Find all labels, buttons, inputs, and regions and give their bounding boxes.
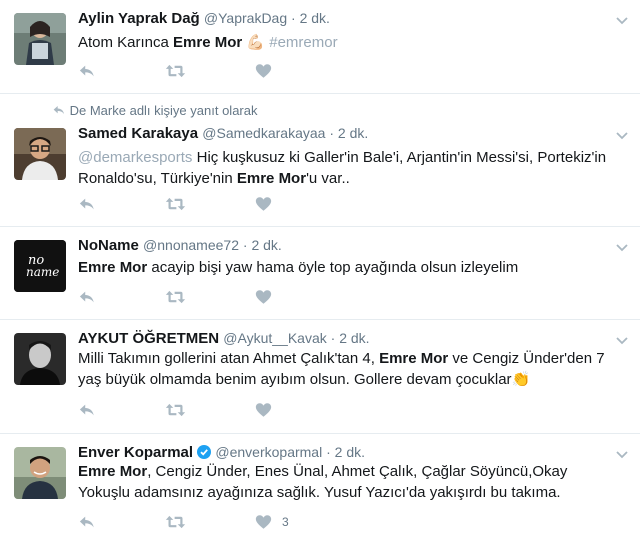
username[interactable]: @Samedkarakayaa xyxy=(202,125,325,141)
username[interactable]: @Aykut__Kavak xyxy=(223,330,326,346)
tweet-text: Emre Mor acayip bişi yaw hama öyle top a… xyxy=(78,257,633,278)
tweet-text: Milli Takımın gollerini atan Ahmet Çalık… xyxy=(78,348,633,390)
highlighted-term: Emre Mor xyxy=(236,170,307,187)
display-name[interactable]: NoName xyxy=(78,237,139,254)
smiling-man-photo-icon xyxy=(14,447,66,499)
retweet-icon[interactable] xyxy=(165,196,186,212)
text-segment: 'u var.. xyxy=(306,170,350,187)
man-portrait-photo-icon xyxy=(14,333,66,385)
username[interactable]: @nnonamee72 xyxy=(143,237,239,253)
mention-link[interactable]: @demarkesports xyxy=(78,149,192,166)
avatar[interactable]: no name xyxy=(14,240,66,292)
text-segment: Milli Takımın gollerini atan Ahmet Çalık… xyxy=(78,350,380,367)
tweet-header: Aylin Yaprak Dağ @YaprakDag · 2 dk. xyxy=(78,10,330,27)
tweet-header: Samed Karakaya @Samedkarakayaa · 2 dk. xyxy=(78,125,368,142)
reply-icon[interactable] xyxy=(78,63,96,79)
chevron-down-icon[interactable] xyxy=(616,244,628,252)
reply-icon[interactable] xyxy=(78,289,96,305)
text-segment: Atom Karınca xyxy=(78,34,174,51)
tweet-header: NoName @nnonamee72 · 2 dk. xyxy=(78,237,282,254)
tweet-4[interactable]: AYKUT ÖĞRETMEN @Aykut__Kavak · 2 dk. Mil… xyxy=(0,320,640,434)
like-icon[interactable] xyxy=(255,514,272,530)
text-segment: ve Cengiz Ünder'den 7 xyxy=(448,350,605,367)
text-segment: Ronaldo'su, Türkiye'nin xyxy=(78,170,237,187)
separator: · xyxy=(287,10,300,26)
text-segment: Yokuşlu adamsınız ayağınıza sağlık. Yusu… xyxy=(78,484,561,501)
text-segment: Hiç kuşkusuz ki Galler'in Bale'i, Arjant… xyxy=(192,149,607,166)
display-name[interactable]: Samed Karakaya xyxy=(78,125,198,142)
reply-icon[interactable] xyxy=(78,514,96,530)
like-icon[interactable] xyxy=(255,63,272,79)
username[interactable]: @YaprakDag xyxy=(204,10,287,26)
avatar[interactable] xyxy=(14,333,66,385)
like-icon[interactable] xyxy=(255,196,272,212)
woman-photo-icon xyxy=(14,13,66,65)
display-name[interactable]: AYKUT ÖĞRETMEN xyxy=(78,330,219,347)
timestamp[interactable]: 2 dk. xyxy=(339,330,369,346)
retweet-icon[interactable] xyxy=(165,289,186,305)
like-icon[interactable] xyxy=(255,402,272,418)
retweet-icon[interactable] xyxy=(165,514,186,530)
tweet-text: @demarkesports Hiç kuşkusuz ki Galler'in… xyxy=(78,147,633,189)
timestamp[interactable]: 2 dk. xyxy=(300,10,330,26)
avatar[interactable] xyxy=(14,13,66,65)
separator: · xyxy=(322,444,335,460)
text-segment: , Cengiz Ünder, Enes Ünal, Ahmet Çalık, … xyxy=(147,463,568,480)
reply-arrow-icon xyxy=(52,104,66,116)
text-segment: yaş büyük olmamda benim ayıbım olsun. Go… xyxy=(78,371,512,388)
tweet-2[interactable]: De Marke adlı kişiye yanıt olarak Samed … xyxy=(0,94,640,227)
chevron-down-icon[interactable] xyxy=(616,451,628,459)
flexed-biceps-emoji: 💪🏻 xyxy=(242,34,270,51)
text-segment: acayip bişi yaw hama öyle top ayağında o… xyxy=(147,259,519,276)
man-glasses-photo-icon xyxy=(14,128,66,180)
tweet-actions xyxy=(78,63,338,81)
verified-badge-icon xyxy=(197,445,212,459)
tweet-actions xyxy=(78,289,338,307)
chevron-down-icon[interactable] xyxy=(616,337,628,345)
highlighted-term: Emre Mor xyxy=(379,350,449,367)
avatar[interactable] xyxy=(14,447,66,499)
tweet-text: Emre Mor, Cengiz Ünder, Enes Ünal, Ahmet… xyxy=(78,461,633,503)
reply-context[interactable]: De Marke adlı kişiye yanıt olarak xyxy=(52,103,257,118)
timestamp[interactable]: 2 dk. xyxy=(335,444,365,460)
tweet-actions xyxy=(78,402,338,420)
tweet-text: Atom Karınca Emre Mor 💪🏻 #emremor xyxy=(78,32,633,53)
logo-text: name xyxy=(26,265,59,279)
tweet-5[interactable]: Enver Koparmal @enverkoparmal · 2 dk. Em… xyxy=(0,434,640,544)
username[interactable]: @enverkoparmal xyxy=(215,444,322,460)
noname-logo-icon: no name xyxy=(14,240,66,292)
avatar[interactable] xyxy=(14,128,66,180)
tweet-1[interactable]: Aylin Yaprak Dağ @YaprakDag · 2 dk. Atom… xyxy=(0,0,640,94)
retweet-icon[interactable] xyxy=(165,402,186,418)
like-icon[interactable] xyxy=(255,289,272,305)
tweet-header: Enver Koparmal @enverkoparmal · 2 dk. xyxy=(78,444,365,461)
separator: · xyxy=(238,237,252,253)
timestamp[interactable]: 2 dk. xyxy=(251,237,281,253)
like-count: 3 xyxy=(282,515,289,529)
tweet-actions: 3 xyxy=(78,514,338,532)
timestamp[interactable]: 2 dk. xyxy=(338,125,368,141)
chevron-down-icon[interactable] xyxy=(616,132,628,140)
highlighted-term: Emre Mor xyxy=(78,259,148,276)
highlighted-term: Emre Mor xyxy=(78,463,148,480)
separator: · xyxy=(325,125,338,141)
display-name[interactable]: Enver Koparmal xyxy=(78,444,193,461)
hashtag-link[interactable]: #emremor xyxy=(269,34,337,51)
reply-icon[interactable] xyxy=(78,402,96,418)
highlighted-term: Emre Mor xyxy=(173,34,243,51)
tweet-actions xyxy=(78,196,338,214)
reply-context-label: De Marke adlı kişiye yanıt olarak xyxy=(69,103,258,118)
retweet-icon[interactable] xyxy=(165,63,186,79)
separator: · xyxy=(326,330,340,346)
clapping-hands-emoji: 👏 xyxy=(511,371,531,388)
chevron-down-icon[interactable] xyxy=(616,17,628,25)
tweet-header: AYKUT ÖĞRETMEN @Aykut__Kavak · 2 dk. xyxy=(78,330,370,347)
tweet-3[interactable]: no name NoName @nnonamee72 · 2 dk. Emre … xyxy=(0,227,640,320)
display-name[interactable]: Aylin Yaprak Dağ xyxy=(78,10,200,27)
reply-icon[interactable] xyxy=(78,196,96,212)
